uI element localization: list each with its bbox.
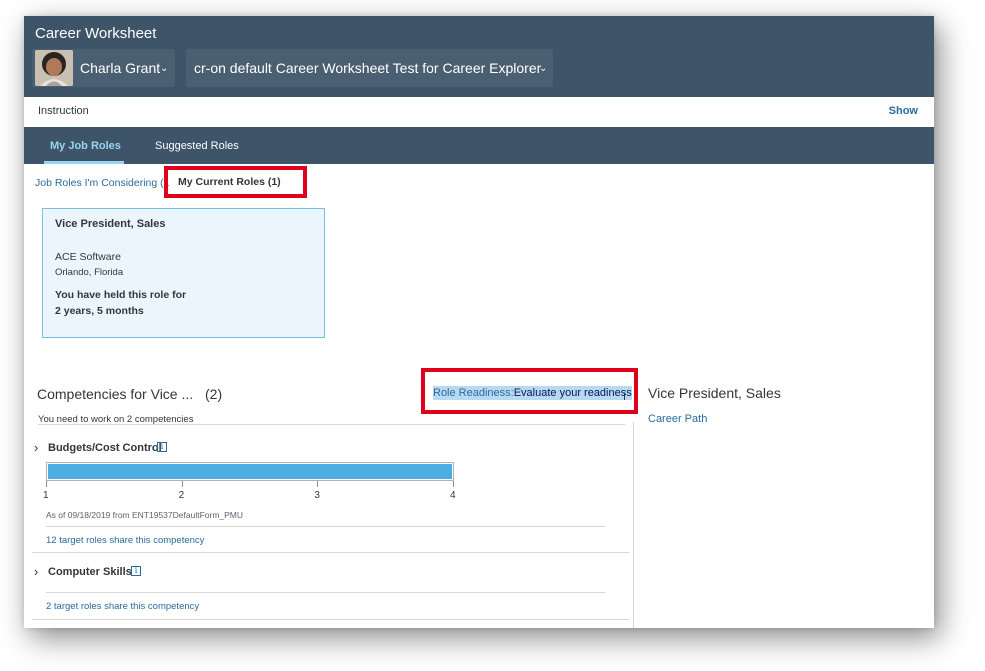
info-icon[interactable]: i [157, 442, 167, 452]
worksheet-selector[interactable]: cr-on default Career Worksheet Test for … [186, 49, 553, 87]
user-selector[interactable]: Charla Grant ⌄ [32, 49, 175, 87]
instruction-bar: Instruction Show [24, 97, 934, 127]
app-header: Career Worksheet Charla Grant ⌄ cr-on de… [24, 16, 934, 97]
highlight-box [164, 166, 307, 198]
role-location: Orlando, Florida [55, 267, 124, 278]
worksheet-name: cr-on default Career Worksheet Test for … [194, 60, 542, 76]
highlight-box [421, 368, 638, 414]
chevron-right-icon[interactable]: › [34, 564, 38, 579]
avatar [35, 50, 73, 86]
proficiency-bar-fill [48, 464, 452, 479]
scale-tick [453, 481, 454, 487]
role-company: ACE Software [55, 251, 121, 263]
chevron-right-icon[interactable]: › [34, 440, 38, 455]
detail-role-title: Vice President, Sales [648, 385, 781, 401]
user-name: Charla Grant [80, 60, 161, 76]
info-icon[interactable]: i [131, 566, 141, 576]
scale-label: 3 [314, 490, 320, 501]
scale-label: 4 [450, 490, 456, 501]
instruction-label: Instruction [38, 105, 89, 117]
divider [46, 592, 605, 593]
competencies-count: (2) [205, 386, 223, 402]
proficiency-bar [46, 462, 454, 481]
panel-separator [633, 422, 634, 628]
competencies-title: Competencies for Vice ... [37, 386, 194, 402]
share-competency-link[interactable]: 12 target roles share this competency [46, 535, 204, 546]
competency-title[interactable]: Computer Skills [48, 566, 132, 578]
career-worksheet-app: Career Worksheet Charla Grant ⌄ cr-on de… [24, 16, 934, 628]
subtab-roles-considering[interactable]: Job Roles I'm Considering (1 [35, 177, 169, 189]
chevron-down-icon: ⌄ [539, 63, 548, 74]
scale-tick [181, 481, 183, 487]
divider [46, 526, 605, 527]
current-role-card[interactable]: Vice President, Sales ACE Software Orlan… [42, 208, 325, 338]
show-instruction-button[interactable]: Show [889, 105, 918, 117]
share-competency-link[interactable]: 2 target roles share this competency [46, 601, 199, 612]
tab-bar: My Job Roles Suggested Roles [24, 127, 934, 164]
chevron-down-icon: ⌄ [160, 63, 169, 74]
career-path-link[interactable]: Career Path [648, 413, 707, 425]
scale-tick [46, 481, 47, 487]
scale-tick [317, 481, 319, 487]
competency-title[interactable]: Budgets/Cost Control [48, 442, 162, 454]
divider [32, 552, 629, 553]
role-title: Vice President, Sales [55, 218, 166, 230]
scale-label: 2 [178, 490, 185, 501]
assessment-source: As of 09/18/2019 from ENT19537DefaultFor… [46, 510, 244, 520]
tab-my-job-roles[interactable]: My Job Roles [50, 140, 121, 152]
divider [38, 424, 625, 425]
divider [32, 619, 629, 620]
scale-label: 1 [43, 490, 49, 501]
active-tab-indicator [44, 161, 124, 164]
tab-suggested-roles[interactable]: Suggested Roles [155, 140, 239, 152]
app-title: Career Worksheet [35, 25, 157, 42]
role-held-label: You have held this role for [55, 289, 187, 301]
role-duration: 2 years, 5 months [55, 305, 144, 317]
